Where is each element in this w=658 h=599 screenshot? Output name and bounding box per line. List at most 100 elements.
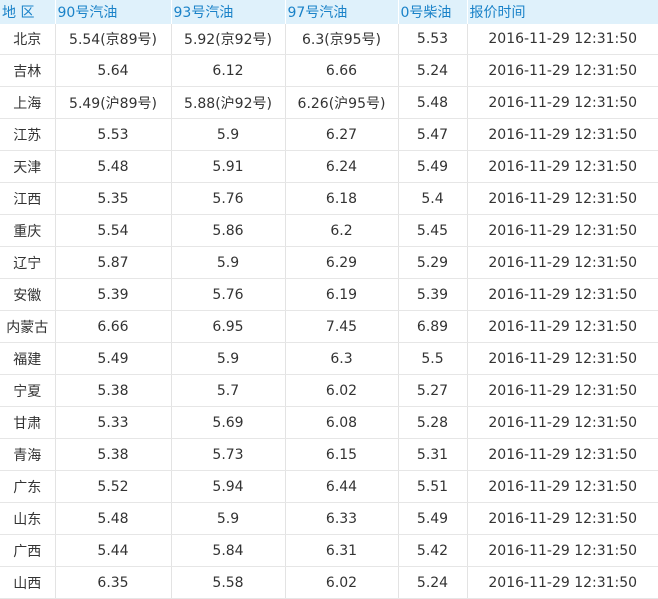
cell-quote-time: 2016-11-29 12:31:50 [467,24,658,55]
cell-region: 江苏 [0,118,56,151]
cell-region: 重庆 [0,214,56,247]
cell-gasoline-93: 5.58 [171,566,286,599]
cell-gasoline-93: 5.91 [171,150,286,183]
table-row: 北京 5.54(京89号) 5.92(京92号) 6.3(京95号) 5.53 2016-… [0,24,658,55]
cell-region: 宁夏 [0,374,56,407]
cell-gasoline-93: 5.88(沪92号) [171,86,286,119]
cell-diesel-0: 5.42 [398,534,468,567]
cell-diesel-0: 5.51 [398,470,468,503]
fuel-price-table: 地 区 90号汽油 93号汽油 97号汽油 0号柴油 报价时间 北京 5.54(京… [0,0,658,599]
cell-gasoline-93: 5.9 [171,118,286,151]
cell-gasoline-93: 5.86 [171,214,286,247]
cell-gasoline-97: 6.15 [285,438,399,471]
cell-quote-time: 2016-11-29 12:31:50 [467,406,658,439]
cell-gasoline-97: 6.2 [285,214,399,247]
cell-quote-time: 2016-11-29 12:31:50 [467,374,658,407]
cell-region: 广西 [0,534,56,567]
cell-gasoline-97: 6.19 [285,278,399,311]
table-row: 上海 5.49(沪89号) 5.88(沪92号) 6.26(沪95号) 5.48 2016… [0,86,658,119]
table-row: 广西 5.44 5.84 6.31 5.42 2016-11-29 12:31:50 [0,534,658,567]
cell-region: 北京 [0,24,56,55]
cell-diesel-0: 5.39 [398,278,468,311]
cell-diesel-0: 5.28 [398,406,468,439]
cell-quote-time: 2016-11-29 12:31:50 [467,278,658,311]
cell-diesel-0: 5.47 [398,118,468,151]
cell-gasoline-93: 5.9 [171,342,286,375]
cell-gasoline-97: 6.33 [285,502,399,535]
cell-gasoline-90: 5.49 [55,342,172,375]
cell-gasoline-97: 6.66 [285,54,399,87]
cell-gasoline-97: 6.18 [285,182,399,215]
cell-gasoline-97: 6.02 [285,374,399,407]
table-row: 甘肃 5.33 5.69 6.08 5.28 2016-11-29 12:31:50 [0,406,658,439]
cell-region: 安徽 [0,278,56,311]
cell-diesel-0: 5.29 [398,246,468,279]
header-row: 地 区 90号汽油 93号汽油 97号汽油 0号柴油 报价时间 [0,0,658,24]
header-region: 地 区 [0,0,56,24]
cell-quote-time: 2016-11-29 12:31:50 [467,310,658,343]
table-body: 北京 5.54(京89号) 5.92(京92号) 6.3(京95号) 5.53 2016-… [0,24,658,599]
cell-gasoline-93: 5.9 [171,502,286,535]
cell-diesel-0: 5.53 [398,24,468,55]
table-row: 青海 5.38 5.73 6.15 5.31 2016-11-29 12:31:50 [0,438,658,471]
cell-gasoline-97: 6.44 [285,470,399,503]
cell-quote-time: 2016-11-29 12:31:50 [467,502,658,535]
cell-region: 内蒙古 [0,310,56,343]
cell-diesel-0: 6.89 [398,310,468,343]
cell-gasoline-90: 5.64 [55,54,172,87]
table-row: 江苏 5.53 5.9 6.27 5.47 2016-11-29 12:31:50 [0,118,658,151]
cell-gasoline-90: 5.52 [55,470,172,503]
cell-quote-time: 2016-11-29 12:31:50 [467,470,658,503]
cell-quote-time: 2016-11-29 12:31:50 [467,86,658,119]
cell-quote-time: 2016-11-29 12:31:50 [467,118,658,151]
cell-gasoline-97: 6.29 [285,246,399,279]
cell-gasoline-97: 6.02 [285,566,399,599]
table-row: 福建 5.49 5.9 6.3 5.5 2016-11-29 12:31:50 [0,342,658,375]
cell-quote-time: 2016-11-29 12:31:50 [467,182,658,215]
cell-diesel-0: 5.31 [398,438,468,471]
cell-gasoline-97: 6.24 [285,150,399,183]
cell-gasoline-90: 5.38 [55,438,172,471]
cell-diesel-0: 5.49 [398,502,468,535]
cell-gasoline-93: 5.69 [171,406,286,439]
table-row: 重庆 5.54 5.86 6.2 5.45 2016-11-29 12:31:50 [0,214,658,247]
cell-gasoline-97: 6.08 [285,406,399,439]
cell-gasoline-93: 6.95 [171,310,286,343]
cell-region: 广东 [0,470,56,503]
cell-gasoline-93: 5.76 [171,182,286,215]
cell-gasoline-90: 6.66 [55,310,172,343]
cell-quote-time: 2016-11-29 12:31:50 [467,566,658,599]
table-row: 江西 5.35 5.76 6.18 5.4 2016-11-29 12:31:50 [0,182,658,215]
table-row: 天津 5.48 5.91 6.24 5.49 2016-11-29 12:31:50 [0,150,658,183]
cell-gasoline-90: 5.54(京89号) [55,24,172,55]
cell-diesel-0: 5.49 [398,150,468,183]
cell-diesel-0: 5.24 [398,54,468,87]
cell-gasoline-97: 6.3 [285,342,399,375]
cell-gasoline-90: 5.87 [55,246,172,279]
header-diesel-0: 0号柴油 [398,0,468,24]
cell-diesel-0: 5.27 [398,374,468,407]
cell-gasoline-90: 5.35 [55,182,172,215]
cell-region: 江西 [0,182,56,215]
cell-gasoline-97: 6.26(沪95号) [285,86,399,119]
cell-diesel-0: 5.5 [398,342,468,375]
cell-gasoline-93: 5.92(京92号) [171,24,286,55]
cell-gasoline-97: 7.45 [285,310,399,343]
cell-gasoline-97: 6.27 [285,118,399,151]
table-row: 辽宁 5.87 5.9 6.29 5.29 2016-11-29 12:31:50 [0,246,658,279]
cell-gasoline-97: 6.3(京95号) [285,24,399,55]
cell-gasoline-90: 5.48 [55,502,172,535]
cell-gasoline-93: 5.84 [171,534,286,567]
cell-diesel-0: 5.4 [398,182,468,215]
cell-diesel-0: 5.24 [398,566,468,599]
cell-quote-time: 2016-11-29 12:31:50 [467,54,658,87]
cell-gasoline-90: 5.39 [55,278,172,311]
table-row: 山西 6.35 5.58 6.02 5.24 2016-11-29 12:31:50 [0,566,658,599]
header-quote-time: 报价时间 [467,0,658,24]
cell-gasoline-93: 5.94 [171,470,286,503]
cell-gasoline-90: 5.54 [55,214,172,247]
cell-quote-time: 2016-11-29 12:31:50 [467,246,658,279]
cell-gasoline-90: 5.44 [55,534,172,567]
header-gasoline-90: 90号汽油 [55,0,172,24]
cell-gasoline-90: 5.49(沪89号) [55,86,172,119]
